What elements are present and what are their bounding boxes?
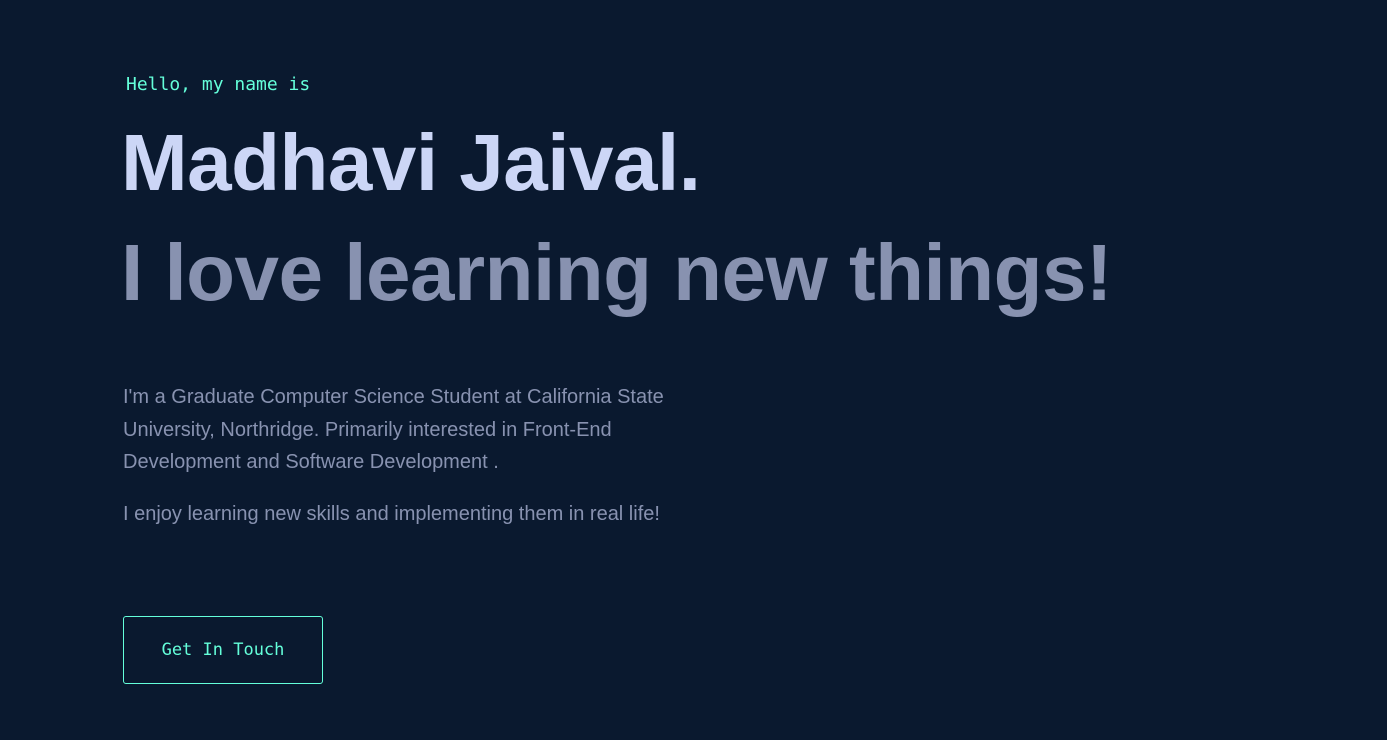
hero-greeting: Hello, my name is [126, 74, 311, 95]
get-in-touch-button[interactable]: Get In Touch [123, 616, 323, 684]
hero-tagline: I love learning new things! [121, 228, 1113, 317]
hero-name: Madhavi Jaival. [121, 118, 701, 207]
hero-bio-paragraph: I'm a Graduate Computer Science Student … [123, 386, 664, 473]
hero-bio-paragraph-secondary: I enjoy learning new skills and implemen… [123, 503, 660, 525]
